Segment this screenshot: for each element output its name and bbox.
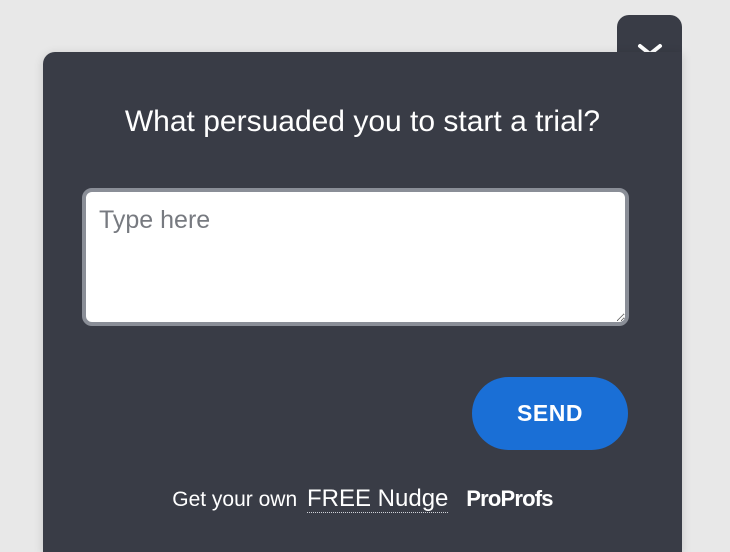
footer-prefix: Get your own bbox=[172, 488, 298, 511]
free-nudge-link[interactable]: FREE Nudge bbox=[306, 485, 449, 513]
question-title: What persuaded you to start a trial? bbox=[124, 105, 601, 138]
answer-textarea[interactable] bbox=[82, 188, 629, 326]
feedback-panel: What persuaded you to start a trial? SEN… bbox=[43, 52, 682, 552]
proprofs-logo: ProProfs bbox=[466, 486, 553, 511]
footer: Get your own FREE Nudge ProProfs bbox=[43, 485, 682, 513]
send-button[interactable]: SEND bbox=[472, 377, 628, 450]
